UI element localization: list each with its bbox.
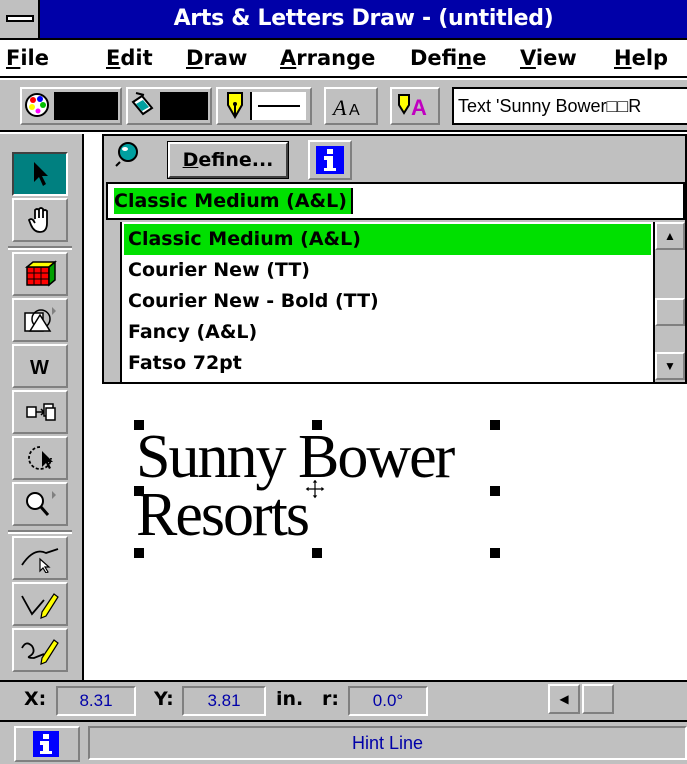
font-list-item[interactable]: Classic Medium (A&L) <box>124 224 651 255</box>
title-bar: Arts & Letters Draw - (untitled) <box>0 0 687 40</box>
menu-file[interactable]: File <box>6 40 49 76</box>
select-tool[interactable] <box>12 152 68 196</box>
arrow-down-icon: ▼ <box>664 359 676 373</box>
fill-color-button[interactable] <box>20 87 122 125</box>
y-label: Y: <box>154 688 174 710</box>
tool-panel: W <box>0 134 84 680</box>
font-list-item[interactable]: Fatso 72pt <box>124 348 651 379</box>
line-style-button[interactable] <box>216 87 312 125</box>
font-selection-panel: Define... Classic Medium (A&L) Classic M… <box>102 134 687 384</box>
hand-tool[interactable] <box>12 198 68 242</box>
globe-icon <box>115 142 138 167</box>
arrow-left-icon: ◀ <box>559 692 569 706</box>
line-style-preview <box>250 92 306 120</box>
x-coordinate: 8.31 <box>56 686 136 716</box>
selection-handle[interactable] <box>490 420 500 430</box>
selection-handle[interactable] <box>490 548 500 558</box>
tool-separator <box>8 530 72 534</box>
font-list-item[interactable]: Courier New - Bold (TT) <box>124 286 651 317</box>
menu-arrange[interactable]: Arrange <box>280 40 375 76</box>
scroll-thumb[interactable] <box>582 684 614 714</box>
node-curve-icon <box>21 548 59 573</box>
menu-edit[interactable]: Edit <box>106 40 153 76</box>
svg-text:A: A <box>331 95 347 120</box>
info-icon <box>33 731 59 757</box>
magnifier-icon <box>26 491 56 516</box>
type-style-button[interactable]: A A <box>324 87 378 125</box>
shapes-icon <box>24 307 56 332</box>
blend-tool[interactable] <box>12 390 68 434</box>
font-name-input[interactable]: Classic Medium (A&L) <box>106 182 685 220</box>
rotation-value: 0.0° <box>348 686 428 716</box>
menu-help[interactable]: Help <box>614 40 668 76</box>
scroll-thumb[interactable] <box>655 298 685 326</box>
coordinate-bar: X: 8.31 Y: 3.81 in. r: 0.0° ◀ <box>0 680 687 720</box>
rotate-icon <box>28 446 53 470</box>
fill-color-swatch <box>54 92 118 120</box>
selection-handle[interactable] <box>312 548 322 558</box>
pen-icon <box>21 593 59 619</box>
color-grid-icon <box>24 260 57 287</box>
freehand-pen-icon <box>21 639 59 665</box>
info-button[interactable] <box>14 726 80 762</box>
unit-label: in. <box>276 688 304 710</box>
text-status-field: Text 'Sunny Bower□□R <box>452 87 687 125</box>
font-list[interactable]: Classic Medium (A&L) Courier New (TT) Co… <box>120 222 685 384</box>
artwork-text-line1[interactable]: Sunny Bower <box>136 426 455 488</box>
blend-icon <box>26 403 56 421</box>
hand-icon <box>27 207 48 233</box>
window-title: Arts & Letters Draw - (untitled) <box>173 6 554 31</box>
w-letter-icon: W <box>30 357 49 378</box>
move-cursor-icon <box>304 478 326 500</box>
scroll-down-button[interactable]: ▼ <box>655 352 685 380</box>
svg-text:A: A <box>411 95 427 120</box>
arrow-up-icon: ▲ <box>664 229 676 243</box>
scroll-up-button[interactable]: ▲ <box>655 222 685 250</box>
hint-bar: Hint Line <box>0 720 687 764</box>
x-label: X: <box>24 688 47 710</box>
freehand-tool[interactable] <box>12 628 68 672</box>
font-list-item[interactable]: Courier New (TT) <box>124 255 651 286</box>
selection-handle[interactable] <box>134 548 144 558</box>
info-button[interactable] <box>308 140 352 180</box>
warp-tool[interactable]: W <box>12 344 68 388</box>
svg-text:A: A <box>349 102 360 119</box>
menu-bar: File Edit Draw Arrange Define View Help <box>0 40 687 78</box>
text-color-button[interactable]: A <box>390 87 440 125</box>
symbol-library-tool[interactable] <box>12 252 68 296</box>
menu-draw[interactable]: Draw <box>186 40 247 76</box>
hint-line: Hint Line <box>88 726 687 760</box>
type-style-icon: A A <box>331 95 360 120</box>
horizontal-scrollbar[interactable]: ◀ <box>548 684 628 716</box>
rotation-label: r: <box>322 688 339 710</box>
font-list-item[interactable]: Fancy (A&L) <box>124 317 651 348</box>
pen-nib-icon <box>227 92 243 119</box>
artwork-text-line2[interactable]: Resorts <box>136 484 310 546</box>
fill-palette-icon <box>25 93 49 117</box>
zoom-tool[interactable] <box>12 482 68 526</box>
selection-handle[interactable] <box>490 486 500 496</box>
system-menu-button[interactable] <box>0 0 40 38</box>
paint-bucket-icon <box>131 92 154 116</box>
system-menu-icon <box>6 15 34 22</box>
drawing-canvas[interactable]: Sunny Bower Resorts <box>86 384 687 680</box>
menu-define[interactable]: Define <box>410 40 486 76</box>
shapes-tool[interactable] <box>12 298 68 342</box>
pen-tool[interactable] <box>12 582 68 626</box>
font-list-scrollbar[interactable]: ▲ ▼ <box>653 222 685 382</box>
rotate-tool[interactable] <box>12 436 68 480</box>
line-color-swatch <box>160 92 208 120</box>
menu-view[interactable]: View <box>520 40 577 76</box>
node-edit-tool[interactable] <box>12 536 68 580</box>
toolbar: A A A Text 'Sunny Bower□□R <box>0 80 687 132</box>
tool-separator <box>8 246 72 250</box>
define-button[interactable]: Define... <box>168 142 288 178</box>
arrow-pointer-icon <box>34 162 48 186</box>
y-coordinate: 3.81 <box>182 686 266 716</box>
line-color-button[interactable] <box>126 87 212 125</box>
text-color-icon: A <box>398 94 427 120</box>
svg-text:W: W <box>30 357 49 378</box>
scroll-left-button[interactable]: ◀ <box>548 684 580 714</box>
info-icon <box>316 146 344 174</box>
